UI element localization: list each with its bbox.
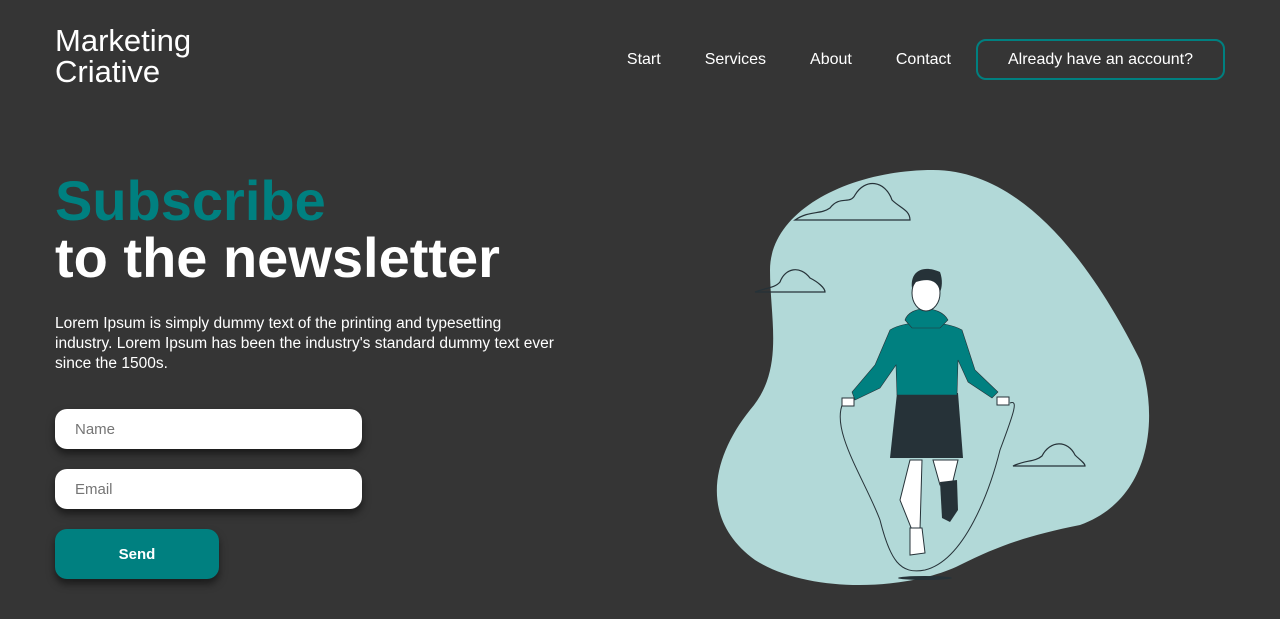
main-nav: Start Services About Contact Already hav… (627, 39, 1225, 80)
description: Lorem Ipsum is simply dummy text of the … (55, 315, 554, 372)
page-title: Subscribe to the newsletter (55, 172, 500, 286)
name-input[interactable] (55, 409, 362, 449)
brand-line-1: Marketing (55, 23, 192, 58)
email-input[interactable] (55, 469, 362, 509)
nav-contact[interactable]: Contact (896, 51, 951, 69)
title-accent: Subscribe (55, 169, 326, 232)
title-rest: to the newsletter (55, 226, 500, 289)
man-jumping-rope-illustration (716, 170, 1150, 585)
brand-line-2: Criative (55, 54, 161, 89)
send-button[interactable]: Send (55, 529, 219, 579)
nav-about[interactable]: About (810, 51, 852, 69)
nav-services[interactable]: Services (705, 51, 766, 69)
brand-logo[interactable]: Marketing Criative (55, 25, 191, 87)
shadow (898, 576, 952, 580)
account-button[interactable]: Already have an account? (976, 39, 1225, 80)
nav-start[interactable]: Start (627, 51, 661, 69)
